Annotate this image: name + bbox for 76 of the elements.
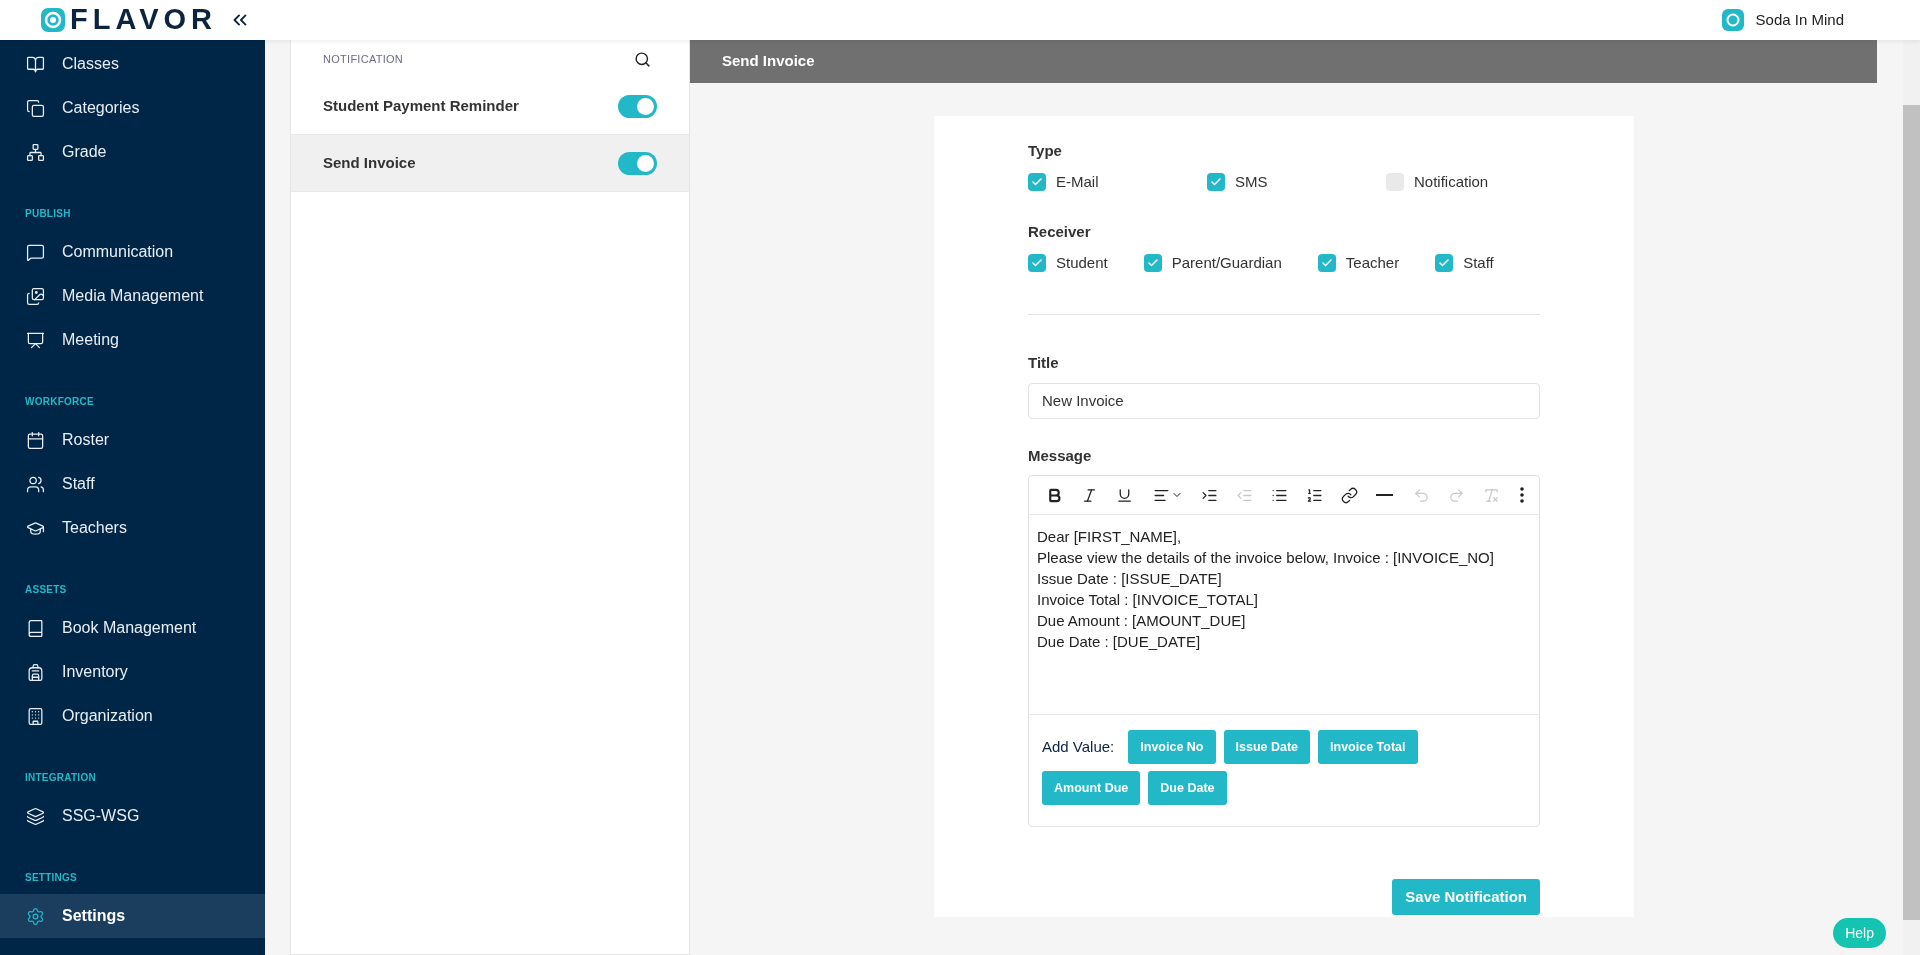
building-icon: [26, 706, 45, 726]
panel-heading: NOTIFICATION: [323, 51, 404, 67]
section-heading: ASSETS: [24, 582, 68, 597]
sidebar-item[interactable]: Meeting: [0, 318, 265, 362]
checkbox[interactable]: [1435, 253, 1454, 272]
sidebar-item[interactable]: Roster: [0, 418, 265, 462]
check-icon: [1031, 175, 1043, 188]
notification-label: Send Invoice: [323, 152, 416, 173]
sidebar-item[interactable]: Book Management: [0, 606, 265, 650]
checkbox-label: Student: [1056, 252, 1108, 273]
scrollbar[interactable]: [1903, 40, 1920, 955]
checkbox[interactable]: [1317, 253, 1336, 272]
notification-label: Student Payment Reminder: [323, 95, 519, 116]
sidebar-item[interactable]: Communication: [0, 230, 265, 274]
hierarchy-icon: [26, 142, 45, 162]
bold-icon[interactable]: [1046, 486, 1063, 504]
section-heading: WORKFORCE: [24, 394, 95, 409]
book-icon: [26, 54, 45, 74]
logo-mark-icon: [40, 7, 66, 33]
checkbox[interactable]: [1143, 253, 1162, 272]
check-icon: [1146, 256, 1159, 269]
checkbox[interactable]: [1207, 172, 1225, 191]
stacked-squares-icon: [26, 98, 45, 118]
sidebar-item[interactable]: Media Management: [0, 274, 265, 318]
section-heading: PUBLISH: [24, 206, 72, 221]
book-icon: [26, 618, 45, 638]
check-icon: [1438, 256, 1451, 269]
italic-icon[interactable]: [1081, 486, 1098, 504]
sidebar-item[interactable]: Organization: [0, 694, 265, 738]
checkbox[interactable]: [1028, 172, 1046, 191]
backpack-icon: [26, 662, 45, 682]
underline-icon[interactable]: [1116, 486, 1133, 504]
message-text[interactable]: Dear [FIRST_NAME], Please view the details of the invoice below, Invoice : [INVOICE_NO] Issue Date : [ISSUE_DATE] Invoice Total : [INVOICE_TOTAL] Due Amount : [AMOUNT_DUE] Due Date : [DUE_DATE]: [1029, 515, 1539, 714]
settings-icon: [26, 906, 45, 926]
checkbox[interactable]: [1028, 253, 1046, 272]
add-value-label: Add Value:: [1042, 736, 1115, 757]
sidebar-item[interactable]: Inventory: [0, 650, 265, 694]
check-icon: [1210, 175, 1222, 188]
search-icon[interactable]: [634, 50, 651, 68]
checkbox-label: Teacher: [1345, 252, 1400, 273]
numbered-list-icon[interactable]: [1306, 486, 1323, 504]
sidebar-item[interactable]: Grade: [0, 130, 265, 174]
field-label: Message: [1028, 445, 1093, 466]
title-input[interactable]: New Invoice: [1028, 382, 1540, 419]
more-icon[interactable]: [1520, 487, 1524, 503]
sidebar-item[interactable]: Staff: [0, 462, 265, 506]
checkbox-label: Notification: [1414, 171, 1489, 192]
check-icon: [1320, 256, 1333, 269]
notification-row[interactable]: Send Invoice: [291, 135, 689, 192]
checkbox-label: E-Mail: [1056, 171, 1099, 192]
people-icon: [26, 474, 45, 494]
sidebar-item[interactable]: SSG-WSG: [0, 794, 265, 838]
field-label: Type: [1028, 141, 1063, 161]
link-icon[interactable]: [1341, 486, 1358, 504]
checkbox-label: Staff: [1463, 252, 1494, 273]
field-label: Receiver: [1028, 222, 1092, 242]
checkbox-label: SMS: [1235, 171, 1268, 192]
section-heading: SETTINGS: [24, 870, 78, 885]
toggle-switch[interactable]: [618, 151, 657, 175]
check-icon: [1031, 256, 1043, 269]
checkbox-label: Parent/Guardian: [1171, 252, 1282, 273]
section-heading: INTEGRATION: [24, 770, 97, 785]
sidebar-item[interactable]: Teachers: [0, 506, 265, 550]
images-icon: [26, 286, 45, 306]
user-avatar-icon: [1721, 9, 1744, 31]
sidebar-item[interactable]: Categories: [0, 86, 265, 130]
sidebar-item[interactable]: Classes: [0, 42, 265, 86]
chat-bubble-icon: [26, 242, 45, 262]
user-name[interactable]: Soda In Mind: [1755, 8, 1844, 32]
sidebar-item[interactable]: Settings: [0, 894, 265, 938]
detail-title: Send Invoice: [722, 51, 815, 72]
layers-icon: [26, 806, 45, 826]
field-label: Title: [1028, 353, 1060, 373]
calendar-icon: [26, 430, 45, 450]
toggle-switch[interactable]: [618, 94, 657, 118]
logo-text: FLAVOR: [70, 2, 218, 38]
